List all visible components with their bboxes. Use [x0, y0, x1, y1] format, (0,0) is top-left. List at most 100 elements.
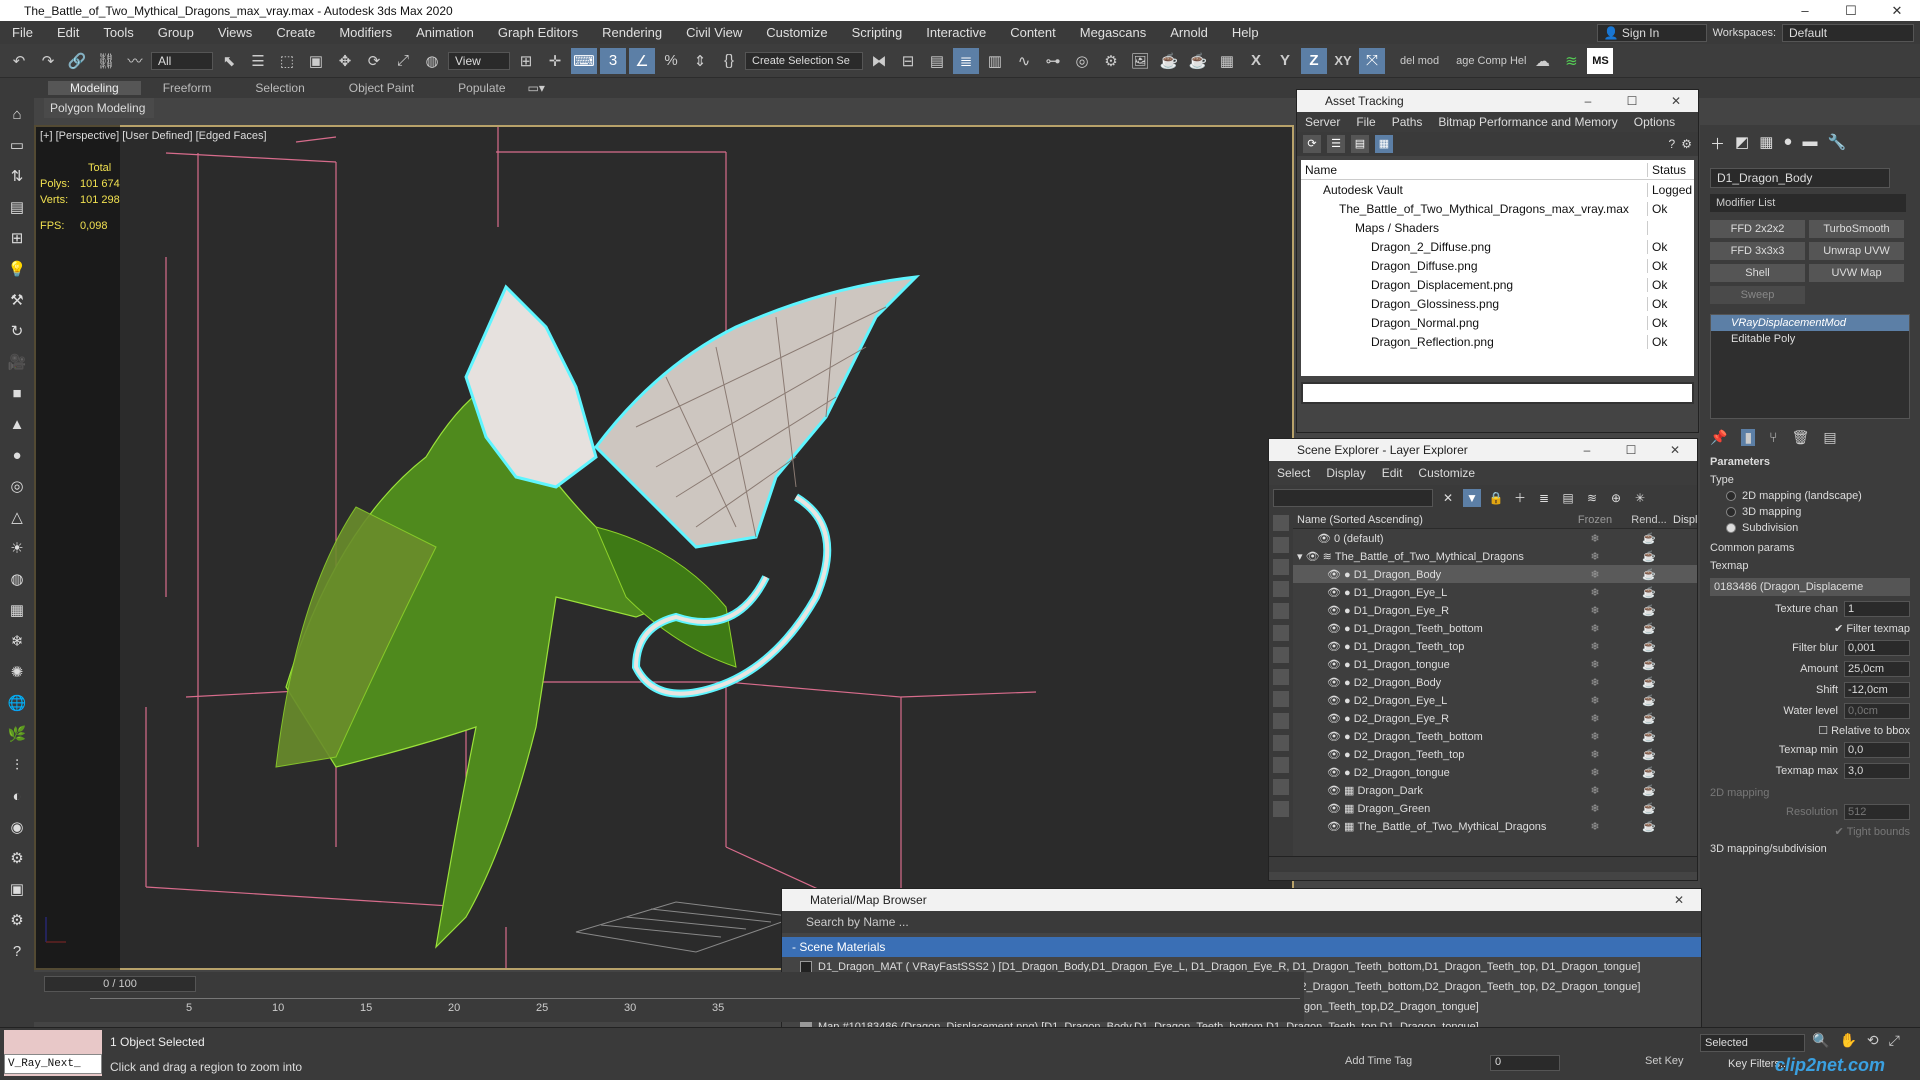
tab-object-paint[interactable]: Object Paint	[327, 81, 436, 95]
radio-3d-mapping[interactable]: 3D mapping	[1726, 506, 1910, 518]
water-level-field[interactable]: 0,0cm	[1844, 703, 1910, 719]
radio-subdivision[interactable]: Subdivision	[1726, 522, 1910, 534]
toggle-ribbon-icon[interactable]: ▥	[982, 48, 1008, 74]
renderable-icon[interactable]: ☕	[1625, 568, 1673, 581]
close-icon[interactable]: ✕	[1874, 3, 1920, 19]
tree-icon[interactable]: 🌿	[6, 724, 28, 746]
mirror-icon[interactable]: ⧓	[866, 48, 892, 74]
tab-modeling[interactable]: Modeling	[48, 81, 141, 95]
menu-animation[interactable]: Animation	[404, 25, 486, 40]
list-item[interactable]: 👁 ● D2_Dragon_Teeth_top ❄ ☕	[1293, 745, 1697, 763]
renderable-icon[interactable]: ☕	[1625, 550, 1673, 563]
axis-constraint-icon[interactable]: ⤧	[1359, 47, 1385, 74]
pan-icon[interactable]: ✋	[1839, 1032, 1856, 1049]
renderable-icon[interactable]: ☕	[1625, 802, 1673, 815]
frozen-icon[interactable]: ❄	[1565, 802, 1625, 815]
list-item[interactable]: 👁 ● D1_Dragon_Teeth_top ❄ ☕	[1293, 637, 1697, 655]
script-icon[interactable]: ▣	[6, 879, 28, 901]
place-icon[interactable]: ◍	[419, 48, 445, 74]
sphere-icon[interactable]: ●	[6, 445, 28, 467]
frozen-icon[interactable]: ❄	[1565, 550, 1625, 563]
menu-rendering[interactable]: Rendering	[590, 25, 674, 40]
display-tab-icon[interactable]: ▬	[1802, 133, 1817, 154]
menu-tools[interactable]: Tools	[91, 25, 145, 40]
asset-col-name[interactable]: Name	[1301, 162, 1648, 177]
shift-field[interactable]: -12,0cm	[1844, 682, 1910, 698]
viewport-label[interactable]: [+] [Perspective] [User Defined] [Edged …	[40, 130, 267, 142]
particle-icon[interactable]: ❄	[6, 631, 28, 653]
grid-icon[interactable]: ▦	[6, 600, 28, 622]
menu-scripting[interactable]: Scripting	[840, 25, 915, 40]
scene-explorer-side-icon[interactable]: ▭	[6, 135, 28, 157]
utilities-tab-icon[interactable]: 🔧	[1827, 133, 1846, 154]
schematic-view-icon[interactable]: ⊶	[1040, 48, 1066, 74]
render-grid-icon[interactable]: ▦	[1214, 48, 1240, 74]
ffd-2x2x2-button[interactable]: FFD 2x2x2	[1710, 220, 1805, 238]
visibility-eye-icon[interactable]: 👁 ●	[1327, 731, 1354, 743]
table-row[interactable]: Dragon_2_Diffuse.png Ok	[1301, 237, 1694, 256]
expand-arrow-icon[interactable]: ▾	[1297, 551, 1306, 563]
menu-customize[interactable]: Customize	[754, 25, 839, 40]
undo-icon[interactable]: ↶	[6, 48, 32, 74]
scene-menu-customize[interactable]: Customize	[1410, 466, 1483, 480]
menu-graph-editors[interactable]: Graph Editors	[486, 25, 590, 40]
frame-field[interactable]: 0	[1490, 1055, 1560, 1071]
material-editor-icon[interactable]: ◎	[1069, 48, 1095, 74]
visibility-eye-icon[interactable]: 👁 ●	[1327, 695, 1354, 707]
frozen-icon[interactable]: ❄	[1565, 748, 1625, 761]
motion-tab-icon[interactable]: ●	[1783, 133, 1792, 154]
unlink-icon[interactable]: ⛓	[93, 48, 119, 74]
menu-group[interactable]: Group	[146, 25, 206, 40]
frozen-icon[interactable]: ❄	[1565, 532, 1625, 545]
perspective-viewport[interactable]	[34, 125, 1294, 970]
pyramid-icon[interactable]: △	[6, 507, 28, 529]
layer-icon[interactable]: ▤	[6, 197, 28, 219]
modifier-list-dropdown[interactable]: Modifier List	[1710, 194, 1906, 212]
tab-freeform[interactable]: Freeform	[141, 81, 234, 95]
ribbon-subtab-polygon-modeling[interactable]: Polygon Modeling	[44, 98, 154, 118]
visibility-eye-icon[interactable]: 👁 ▦	[1327, 785, 1357, 797]
asset-menu-file[interactable]: File	[1348, 115, 1383, 129]
filter-texmap-checkbox[interactable]: ✔	[1834, 622, 1846, 635]
material-search-input[interactable]: Search by Name ...	[782, 911, 1701, 933]
table-row[interactable]: Autodesk Vault Logged	[1301, 180, 1694, 199]
visibility-eye-icon[interactable]: 👁 ▦	[1327, 821, 1357, 833]
stack-item-editable-poly[interactable]: Editable Poly	[1711, 331, 1909, 347]
link-icon[interactable]: 🔗	[64, 48, 90, 74]
tab-selection[interactable]: Selection	[233, 81, 326, 95]
asset-menu-server[interactable]: Server	[1297, 115, 1348, 129]
asset-maximize-icon[interactable]: ☐	[1610, 94, 1654, 108]
create-tab-icon[interactable]: ＋	[1710, 133, 1725, 154]
render-iterative-icon[interactable]: ☕	[1185, 48, 1211, 74]
track-bar[interactable]: 5 10 15 20 25 30 35	[90, 998, 1300, 1016]
visibility-eye-icon[interactable]: 👁 ●	[1327, 767, 1354, 779]
visibility-eye-icon[interactable]: 👁 ●	[1327, 749, 1354, 761]
cone-icon[interactable]: ▲	[6, 414, 28, 436]
show-end-result-icon[interactable]: ▮	[1741, 429, 1756, 446]
list-item[interactable]: 👁 ● D1_Dragon_tongue ❄ ☕	[1293, 655, 1697, 673]
visibility-eye-icon[interactable]: 👁 ●	[1327, 587, 1354, 599]
set-key-button[interactable]: Set Key	[1645, 1055, 1684, 1067]
frozen-icon[interactable]: ❄	[1565, 658, 1625, 671]
comp-help-button[interactable]: age Comp Hel	[1456, 55, 1526, 67]
visibility-eye-icon[interactable]: 👁 ●	[1327, 623, 1354, 635]
torus-icon[interactable]: ◎	[6, 476, 28, 498]
shell-button[interactable]: Shell	[1710, 264, 1805, 282]
frozen-icon[interactable]: ❄	[1565, 676, 1625, 689]
list-item[interactable]: 👁 ● D2_Dragon_Body ❄ ☕	[1293, 673, 1697, 691]
scene-col-frozen[interactable]: Frozen	[1565, 514, 1625, 526]
asset-menu-options[interactable]: Options	[1626, 115, 1683, 129]
turbosmooth-button[interactable]: TurboSmooth	[1809, 220, 1904, 238]
visibility-eye-icon[interactable]: 👁 ▦	[1327, 803, 1357, 815]
list-item[interactable]: 👁 ● D1_Dragon_Eye_R ❄ ☕	[1293, 601, 1697, 619]
scene-maximize-icon[interactable]: ☐	[1609, 443, 1653, 457]
amount-field[interactable]: 25,0cm	[1844, 661, 1910, 677]
display-bones-icon[interactable]	[1273, 713, 1289, 729]
create-icon[interactable]: ⌂	[6, 104, 28, 126]
display-all-icon[interactable]	[1273, 801, 1289, 817]
hierarchy-tab-icon[interactable]: ▦	[1759, 133, 1773, 154]
table-view-icon[interactable]: ▦	[1375, 135, 1393, 153]
table-row[interactable]: Dragon_Displacement.png Ok	[1301, 275, 1694, 294]
select-by-name-icon[interactable]: ☰	[245, 48, 271, 74]
ribbon-options-icon[interactable]: ▭▾	[528, 81, 545, 95]
